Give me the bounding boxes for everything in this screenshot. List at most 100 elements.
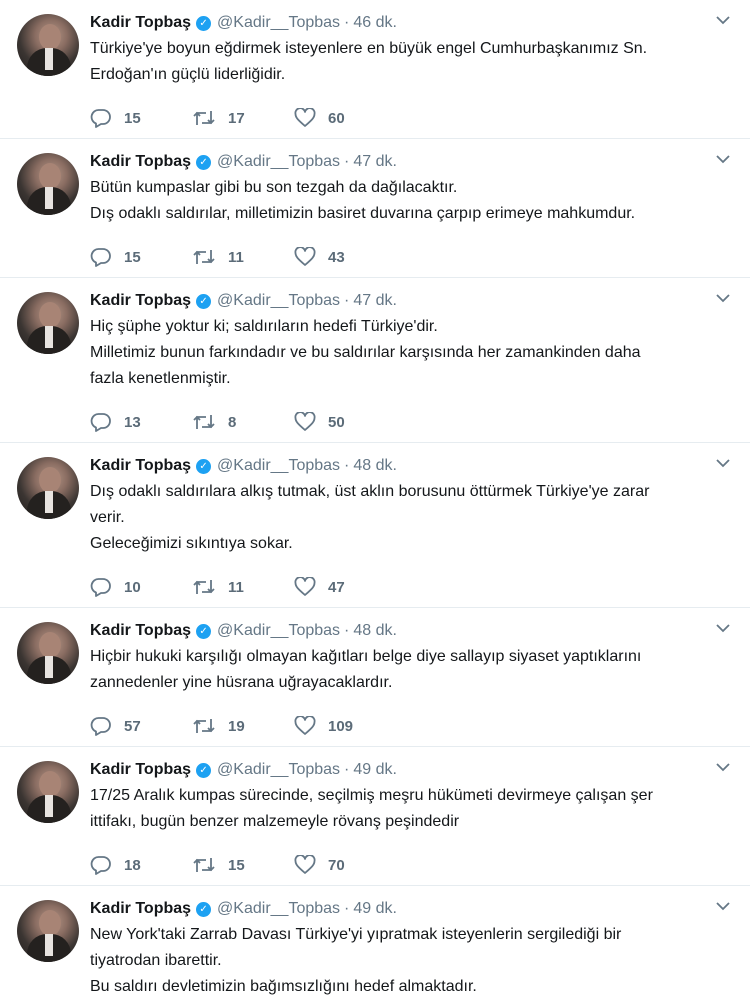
tweet-text-line: Geleceğimizi sıkıntıya sokar. bbox=[90, 535, 293, 552]
tweet[interactable]: Kadir Topbaş ✓ @Kadir__Topbas · 49 dk. 1… bbox=[0, 747, 750, 886]
timestamp[interactable]: 48 dk. bbox=[353, 622, 397, 640]
tweet-text-line: verir. bbox=[90, 509, 125, 526]
avatar[interactable] bbox=[17, 153, 79, 215]
chevron-down-icon[interactable] bbox=[716, 290, 730, 306]
verified-badge-icon: ✓ bbox=[196, 623, 212, 639]
reply-button[interactable]: 15 bbox=[90, 108, 192, 128]
retweet-button[interactable]: 11 bbox=[192, 248, 294, 266]
reply-button[interactable]: 10 bbox=[90, 577, 192, 597]
reply-button[interactable]: 13 bbox=[90, 412, 192, 432]
tweet[interactable]: Kadir Topbaş ✓ @Kadir__Topbas · 47 dk. H… bbox=[0, 278, 750, 443]
like-button[interactable]: 109 bbox=[294, 716, 396, 736]
heart-icon bbox=[294, 855, 316, 874]
avatar[interactable] bbox=[17, 761, 79, 823]
heart-icon bbox=[294, 716, 316, 735]
tweet[interactable]: Kadir Topbaş ✓ @Kadir__Topbas · 49 dk. N… bbox=[0, 886, 750, 1007]
separator-dot: · bbox=[344, 900, 350, 917]
verified-badge-icon: ✓ bbox=[196, 293, 212, 309]
avatar[interactable] bbox=[17, 14, 79, 76]
author-name[interactable]: Kadir Topbaş bbox=[90, 153, 191, 171]
chevron-down-icon[interactable] bbox=[716, 620, 730, 636]
author-name[interactable]: Kadir Topbaş bbox=[90, 14, 191, 32]
retweet-button[interactable]: 15 bbox=[192, 856, 294, 874]
avatar[interactable] bbox=[17, 900, 79, 962]
author-name[interactable]: Kadir Topbaş bbox=[90, 622, 191, 640]
heart-icon bbox=[294, 412, 316, 431]
tweet-text: Dış odaklı saldırılara alkış tutmak, üst… bbox=[90, 479, 730, 557]
avatar[interactable] bbox=[17, 457, 79, 519]
timestamp[interactable]: 46 dk. bbox=[353, 14, 397, 32]
reply-icon bbox=[90, 578, 111, 597]
chevron-down-icon[interactable] bbox=[716, 12, 730, 28]
author-handle[interactable]: @Kadir__Topbas bbox=[217, 900, 340, 918]
author-handle[interactable]: @Kadir__Topbas bbox=[217, 14, 340, 32]
avatar[interactable] bbox=[17, 622, 79, 684]
reply-button[interactable]: 57 bbox=[90, 716, 192, 736]
author-handle[interactable]: @Kadir__Topbas bbox=[217, 622, 340, 640]
avatar[interactable] bbox=[17, 292, 79, 354]
heart-icon bbox=[294, 247, 316, 266]
timestamp[interactable]: 48 dk. bbox=[353, 457, 397, 475]
reply-count: 10 bbox=[124, 578, 141, 596]
tweet-header: Kadir Topbaş ✓ @Kadir__Topbas · 48 dk. bbox=[90, 455, 730, 477]
like-button[interactable]: 70 bbox=[294, 855, 396, 875]
author-name[interactable]: Kadir Topbaş bbox=[90, 292, 191, 310]
retweet-button[interactable]: 17 bbox=[192, 109, 294, 127]
author-name[interactable]: Kadir Topbaş bbox=[90, 457, 191, 475]
tweet[interactable]: Kadir Topbaş ✓ @Kadir__Topbas · 48 dk. D… bbox=[0, 443, 750, 608]
author-name[interactable]: Kadir Topbaş bbox=[90, 900, 191, 918]
tweet-text-line: ittifakı, bugün benzer malzemeyle rövanş… bbox=[90, 813, 460, 830]
tweet[interactable]: Kadir Topbaş ✓ @Kadir__Topbas · 46 dk. T… bbox=[0, 0, 750, 139]
like-button[interactable]: 47 bbox=[294, 577, 396, 597]
tweet-text-line: 17/25 Aralık kumpas sürecinde, seçilmiş … bbox=[90, 787, 653, 804]
reply-button[interactable]: 15 bbox=[90, 247, 192, 267]
retweet-button[interactable]: 19 bbox=[192, 717, 294, 735]
chevron-down-icon[interactable] bbox=[716, 455, 730, 471]
chevron-down-icon[interactable] bbox=[716, 151, 730, 167]
tweet-text-line: zannedenler yine hüsrana uğrayacaklardır… bbox=[90, 674, 393, 691]
chevron-down-icon[interactable] bbox=[716, 759, 730, 775]
reply-icon bbox=[90, 248, 111, 267]
like-button[interactable]: 50 bbox=[294, 412, 396, 432]
verified-badge-icon: ✓ bbox=[196, 762, 212, 778]
tweet-text: Hiçbir hukuki karşılığı olmayan kağıtlar… bbox=[90, 644, 730, 696]
reply-count: 15 bbox=[124, 109, 141, 127]
tweet-text: Türkiye'ye boyun eğdirmek isteyenlere en… bbox=[90, 36, 730, 88]
tweet-text: New York'taki Zarrab Davası Türkiye'yi y… bbox=[90, 922, 730, 1000]
tweet-text-line: Dış odaklı saldırılara alkış tutmak, üst… bbox=[90, 483, 650, 500]
reply-count: 15 bbox=[124, 248, 141, 266]
tweet-text-line: Milletimiz bunun farkındadır ve bu saldı… bbox=[90, 344, 641, 361]
reply-count: 57 bbox=[124, 717, 141, 735]
like-button[interactable]: 43 bbox=[294, 247, 396, 267]
reply-button[interactable]: 18 bbox=[90, 855, 192, 875]
author-handle[interactable]: @Kadir__Topbas bbox=[217, 457, 340, 475]
tweet-text: Bütün kumpaslar gibi bu son tezgah da da… bbox=[90, 175, 730, 227]
author-handle[interactable]: @Kadir__Topbas bbox=[217, 153, 340, 171]
tweet-header: Kadir Topbaş ✓ @Kadir__Topbas · 46 dk. bbox=[90, 12, 730, 34]
tweet-text-line: Hiçbir hukuki karşılığı olmayan kağıtlar… bbox=[90, 648, 642, 665]
retweet-icon bbox=[193, 250, 215, 264]
author-name[interactable]: Kadir Topbaş bbox=[90, 761, 191, 779]
timestamp[interactable]: 47 dk. bbox=[353, 292, 397, 310]
like-button[interactable]: 60 bbox=[294, 108, 396, 128]
retweet-button[interactable]: 11 bbox=[192, 578, 294, 596]
retweet-button[interactable]: 8 bbox=[192, 413, 294, 431]
author-handle[interactable]: @Kadir__Topbas bbox=[217, 761, 340, 779]
tweet-text: Hiç şüphe yoktur ki; saldırıların hedefi… bbox=[90, 314, 730, 392]
tweet[interactable]: Kadir Topbaş ✓ @Kadir__Topbas · 47 dk. B… bbox=[0, 139, 750, 278]
timestamp[interactable]: 49 dk. bbox=[353, 900, 397, 918]
retweet-count: 8 bbox=[228, 413, 237, 431]
retweet-count: 17 bbox=[228, 109, 245, 127]
tweet-text-line: fazla kenetlenmiştir. bbox=[90, 370, 231, 387]
retweet-count: 11 bbox=[228, 248, 244, 266]
reply-count: 18 bbox=[124, 856, 141, 874]
heart-icon bbox=[294, 108, 316, 127]
retweet-icon bbox=[193, 111, 215, 125]
separator-dot: · bbox=[344, 14, 350, 31]
chevron-down-icon[interactable] bbox=[716, 898, 730, 914]
tweet[interactable]: Kadir Topbaş ✓ @Kadir__Topbas · 48 dk. H… bbox=[0, 608, 750, 747]
timestamp[interactable]: 47 dk. bbox=[353, 153, 397, 171]
author-handle[interactable]: @Kadir__Topbas bbox=[217, 292, 340, 310]
separator-dot: · bbox=[344, 153, 350, 170]
timestamp[interactable]: 49 dk. bbox=[353, 761, 397, 779]
